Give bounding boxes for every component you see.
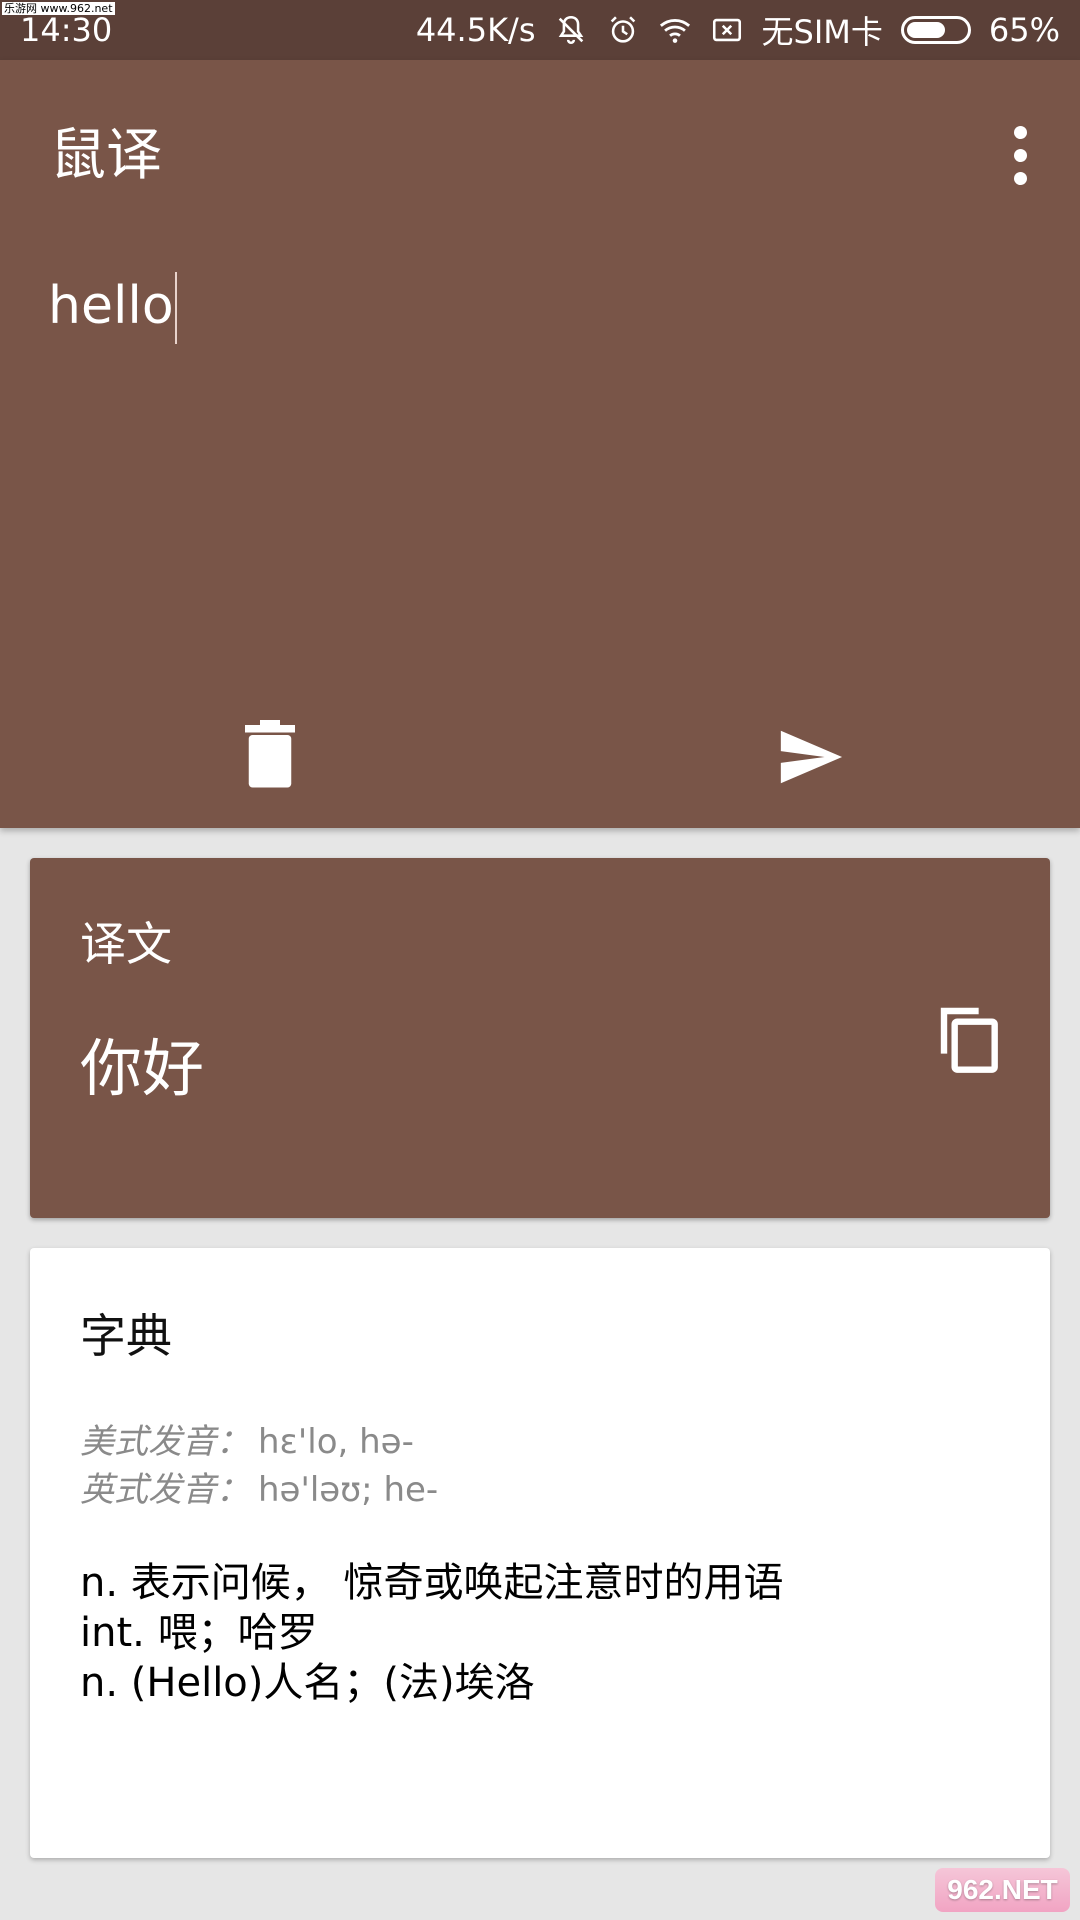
net-speed: 44.5K/s (415, 11, 536, 49)
phonetic-uk: 英式发音： hə'ləʊ; he- (80, 1462, 438, 1511)
battery-fill (906, 22, 945, 38)
translate-input[interactable]: hello (48, 272, 1028, 576)
input-value: hello (48, 276, 174, 336)
menu-dot-icon (1013, 148, 1027, 162)
definition-item: n. 表示问候， 惊奇或唤起注意时的用语 (80, 1560, 784, 1606)
trash-icon[interactable] (240, 720, 300, 790)
menu-dot-icon (1013, 171, 1027, 185)
alarm-icon (610, 16, 635, 43)
overflow-menu-button[interactable] (990, 115, 1050, 195)
input-panel: 鼠译 hello (0, 60, 1080, 828)
translation-card: 译文 你好 (30, 858, 1050, 1218)
sim-status: 无SIM卡 (761, 13, 883, 51)
app-title: 鼠译 (50, 123, 162, 188)
phonetic-us: 美式发音： hɛ'lo, hə- (80, 1414, 414, 1463)
watermark-small: 乐游网 www.962.net (2, 2, 115, 15)
send-icon[interactable] (775, 722, 845, 792)
phonetic-uk-value: hə'ləʊ; he- (258, 1470, 439, 1510)
translation-result: 你好 (80, 1032, 205, 1105)
status-time: 14:30 (20, 11, 113, 49)
phonetic-us-label: 美式发音： (80, 1422, 250, 1462)
copy-icon[interactable] (936, 1003, 1000, 1075)
no-sim-icon (712, 18, 741, 42)
phonetic-us-value: hɛ'lo, hə- (258, 1422, 414, 1462)
battery-icon (900, 16, 971, 44)
menu-dot-icon (1013, 125, 1027, 139)
definition-item: n. (Hello)人名；(法)埃洛 (80, 1660, 535, 1706)
dictionary-card: 字典 美式发音： hɛ'lo, hə- 英式发音： hə'ləʊ; he- n. 表… (30, 1248, 1050, 1858)
wifi-icon (659, 19, 690, 43)
translation-label: 译文 (80, 917, 172, 971)
text-caret (174, 272, 177, 344)
watermark-logo: 962.NET (935, 1868, 1070, 1912)
battery-percent: 65% (988, 11, 1060, 49)
phonetic-uk-label: 英式发音： (80, 1470, 250, 1510)
status-right: 44.5K/s 无SIM卡 65% (416, 7, 1060, 53)
definition-list: n. 表示问候， 惊奇或唤起注意时的用语 int. 喂；哈罗 n. (Hello… (80, 1558, 784, 1708)
definition-item: int. 喂；哈罗 (80, 1610, 318, 1656)
dictionary-title: 字典 (80, 1309, 172, 1363)
status-bar: 14:30 44.5K/s 无SIM卡 65% (0, 0, 1080, 60)
mute-icon (558, 15, 583, 44)
